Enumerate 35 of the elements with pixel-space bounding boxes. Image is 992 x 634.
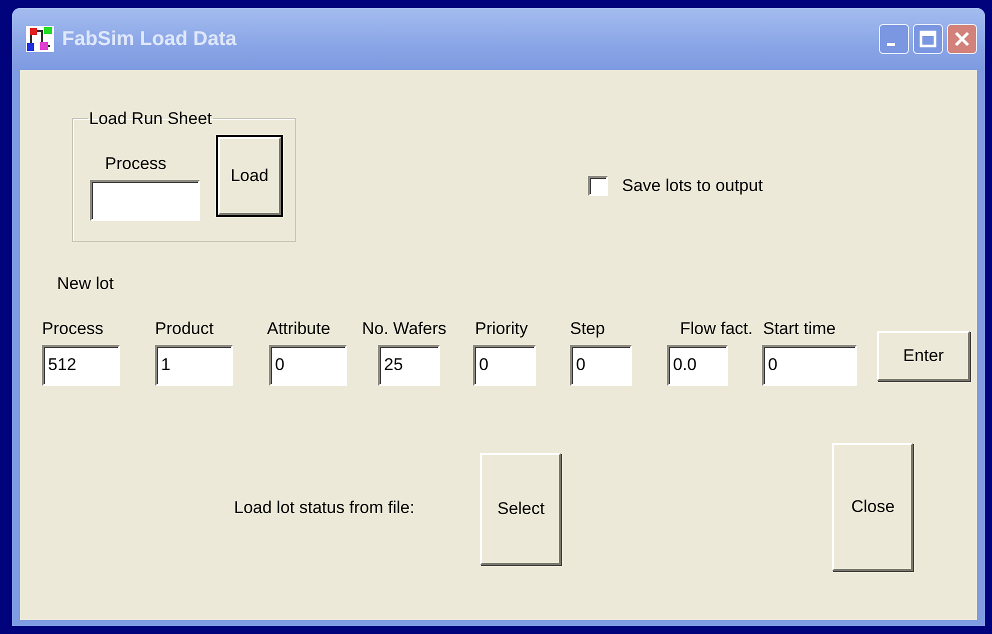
- input-field[interactable]: 1: [155, 344, 233, 386]
- checkbox[interactable]: [588, 176, 608, 196]
- maximize-button[interactable]: [913, 24, 943, 54]
- input-field[interactable]: 0: [570, 344, 632, 386]
- select-button[interactable]: Select: [480, 452, 562, 565]
- field-label: Step: [570, 318, 605, 339]
- field-label: Process: [105, 154, 168, 174]
- field-label: Attribute: [267, 318, 330, 339]
- minimize-icon: [887, 42, 895, 46]
- group-title: Load Run Sheet: [88, 110, 213, 127]
- field-label: Process: [42, 318, 104, 339]
- enter-button[interactable]: Enter: [877, 330, 970, 380]
- field-label: Priority: [475, 318, 528, 339]
- checkbox-label: Save lots to output: [622, 175, 763, 198]
- input-field[interactable]: 0: [269, 344, 347, 386]
- maximize-icon: [919, 30, 937, 48]
- input-field[interactable]: 0.0: [667, 344, 728, 386]
- input-field[interactable]: 512: [42, 344, 120, 386]
- app-icon: [26, 26, 54, 52]
- field-label: Product: [155, 318, 214, 339]
- close-button[interactable]: [947, 24, 977, 54]
- field-label: Start time: [763, 318, 836, 339]
- input-field[interactable]: 0: [762, 344, 857, 386]
- field-label: No. Wafers: [362, 318, 446, 339]
- section-label: New lot: [57, 274, 114, 294]
- window-title: FabSim Load Data: [62, 27, 236, 52]
- field-label: Flow fact.: [680, 318, 753, 339]
- close-icon: [953, 30, 971, 48]
- close-dialog-button[interactable]: Close: [832, 442, 914, 571]
- minimize-button[interactable]: [879, 24, 909, 54]
- input-field[interactable]: 25: [378, 344, 440, 386]
- input-field[interactable]: 0: [473, 344, 536, 386]
- status-file-label: Load lot status from file:: [234, 496, 414, 519]
- load-button[interactable]: Load: [218, 137, 281, 215]
- input-field[interactable]: [90, 180, 200, 222]
